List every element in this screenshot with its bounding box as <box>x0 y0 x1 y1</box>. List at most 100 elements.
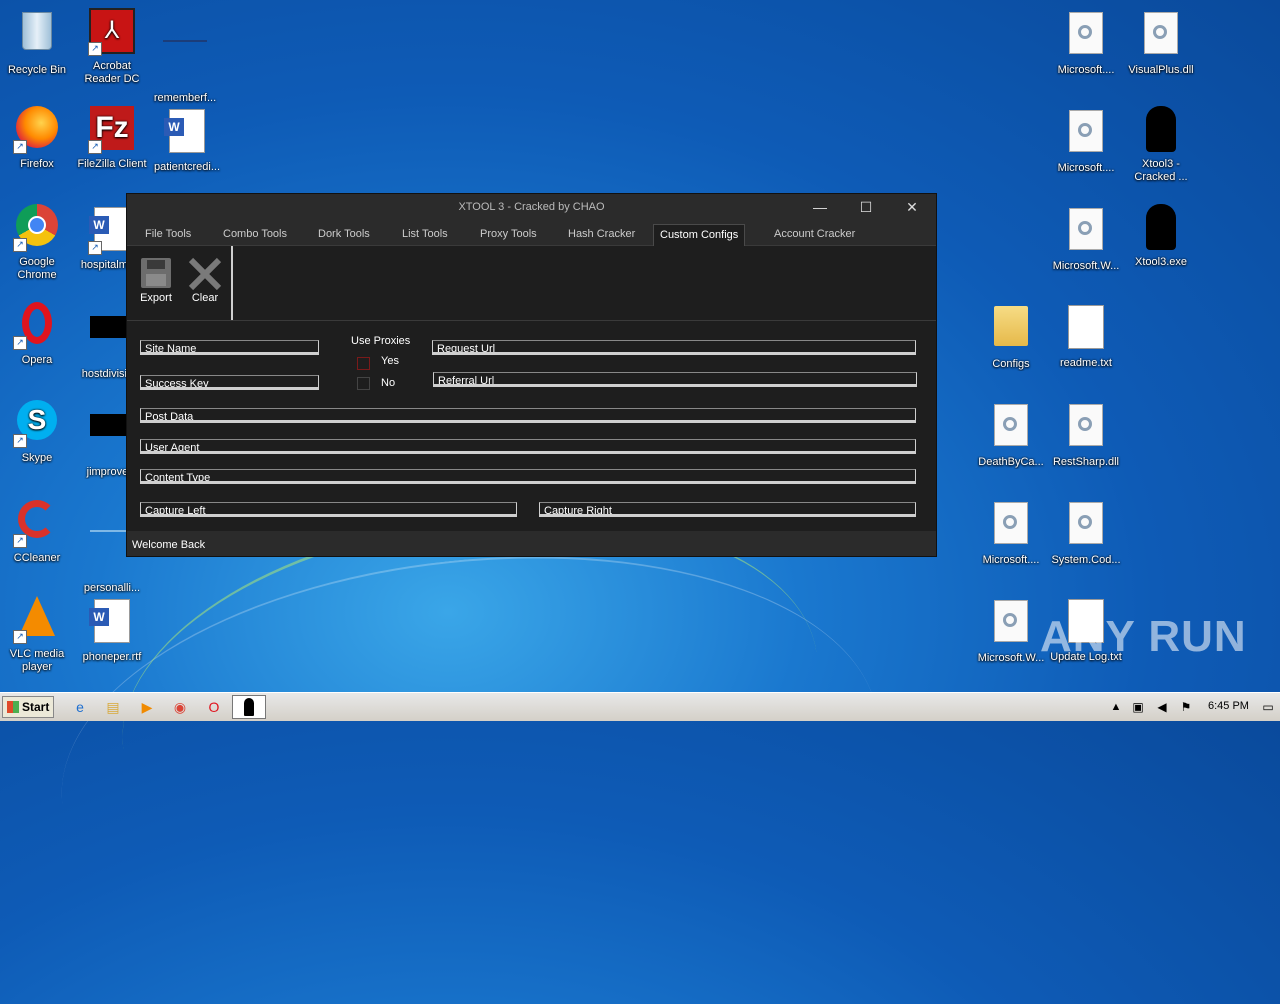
desktop-icon-microsoft-2[interactable]: Microsoft.... <box>1049 106 1123 175</box>
desktop-icon-firefox[interactable]: ↗ Firefox <box>0 106 74 171</box>
network-icon[interactable]: ▣ <box>1128 697 1148 717</box>
tab-account-cracker[interactable]: Account Cracker <box>768 224 861 245</box>
maximize-button[interactable]: ☐ <box>843 194 889 221</box>
desktop-icon-xtool3-exe[interactable]: Xtool3.exe <box>1124 204 1198 269</box>
folder-icon <box>987 306 1035 354</box>
clock[interactable]: 6:45 PM <box>1208 700 1249 712</box>
dll-icon <box>987 502 1035 550</box>
desktop-icon-visualplus[interactable]: VisualPlus.dll <box>1124 8 1198 77</box>
desktop-icon-microsoft-1[interactable]: Microsoft.... <box>1049 8 1123 77</box>
desktop-icon-patientcredi[interactable]: W patientcredi... <box>150 106 224 174</box>
tray-expand-icon[interactable]: ▲ <box>1106 697 1126 717</box>
desktop-icon-system-cod[interactable]: System.Cod... <box>1049 498 1123 567</box>
user-agent-input[interactable]: User Agent <box>140 439 916 454</box>
desktop-icon-chrome[interactable]: ↗ Google Chrome <box>0 204 74 282</box>
opera-icon[interactable]: O <box>204 697 224 717</box>
desktop-icon-filezilla[interactable]: Fz ↗ FileZilla Client <box>75 106 149 171</box>
desktop-icon-configs[interactable]: Configs <box>974 302 1048 371</box>
capture-left-input[interactable]: Capture Left <box>140 502 517 517</box>
explorer-icon[interactable]: ▤ <box>103 697 123 717</box>
file-icon <box>161 40 209 88</box>
desktop-icon-acrobat[interactable]: ⅄ ↗ Acrobat Reader DC <box>75 8 149 86</box>
use-proxies-label: Use Proxies <box>351 335 411 347</box>
reaper-icon <box>1137 204 1185 252</box>
desktop-icon-vlc[interactable]: ↗ VLC media player <box>0 596 74 674</box>
xtool-window: XTOOL 3 - Cracked by CHAO — ☐ ✕ File Too… <box>126 193 937 557</box>
recycle-bin-icon <box>13 12 61 60</box>
ccleaner-icon: ↗ <box>13 500 61 548</box>
tab-dork-tools[interactable]: Dork Tools <box>312 224 376 245</box>
site-name-input[interactable]: Site Name <box>140 340 319 355</box>
taskbar: Start e ▤ ▶ ◉ O ▲ ▣ ◀ ⚑ 6:45 PM ▭ <box>0 692 1280 721</box>
dll-icon <box>1062 404 1110 452</box>
dll-icon <box>1062 502 1110 550</box>
desktop-icon-restsharp[interactable]: RestSharp.dll <box>1049 400 1123 469</box>
tab-list-tools[interactable]: List Tools <box>396 224 454 245</box>
proxy-no-label: No <box>381 377 396 389</box>
show-desktop-icon[interactable]: ▭ <box>1258 697 1278 717</box>
firefox-icon: ↗ <box>13 106 61 154</box>
desktop-icon-readme[interactable]: readme.txt <box>1049 302 1123 370</box>
desktop-icon-xtool3-cracked[interactable]: Xtool3 - Cracked ... <box>1124 106 1198 184</box>
watermark: ANY RUN <box>1040 612 1247 661</box>
skype-icon: S ↗ <box>13 400 61 448</box>
chrome-icon: ↗ <box>13 204 61 252</box>
dll-icon <box>1062 12 1110 60</box>
post-data-input[interactable]: Post Data <box>140 408 916 423</box>
save-icon <box>136 256 176 292</box>
close-button[interactable]: ✕ <box>889 194 935 221</box>
desktop-icon-skype[interactable]: S ↗ Skype <box>0 400 74 465</box>
proxy-yes-checkbox[interactable] <box>357 357 370 370</box>
content-type-input[interactable]: Content Type <box>140 469 916 484</box>
request-url-input[interactable]: Request Url <box>432 340 916 355</box>
windows-logo-icon <box>7 701 19 713</box>
toolbar: Export Clear <box>127 246 936 321</box>
clear-button[interactable]: Clear <box>185 256 225 304</box>
word-doc-icon: W <box>163 109 211 157</box>
minimize-button[interactable]: — <box>797 194 843 221</box>
proxy-no-checkbox[interactable] <box>357 377 370 390</box>
media-player-icon[interactable]: ▶ <box>137 697 157 717</box>
tab-proxy-tools[interactable]: Proxy Tools <box>474 224 543 245</box>
export-button[interactable]: Export <box>136 256 176 304</box>
desktop-icon-opera[interactable]: ↗ Opera <box>0 302 74 367</box>
filezilla-icon: Fz ↗ <box>88 106 136 154</box>
desktop-icon-microsoft-w-1[interactable]: Microsoft.W... <box>1049 204 1123 273</box>
chrome-icon[interactable]: ◉ <box>170 697 190 717</box>
start-button[interactable]: Start <box>2 696 54 718</box>
dll-icon <box>987 600 1035 648</box>
desktop-icon-microsoft-3[interactable]: Microsoft.... <box>974 498 1048 567</box>
desktop-icon-deathbyca[interactable]: DeathByCa... <box>974 400 1048 469</box>
acrobat-icon: ⅄ ↗ <box>88 8 136 56</box>
capture-right-input[interactable]: Capture Right <box>539 502 916 517</box>
proxy-yes-label: Yes <box>381 355 399 367</box>
tab-combo-tools[interactable]: Combo Tools <box>217 224 293 245</box>
ie-icon[interactable]: e <box>70 697 90 717</box>
custom-config-form: Site Name Success Key Use Proxies Yes No… <box>127 321 936 531</box>
status-bar: Welcome Back <box>127 534 936 556</box>
dll-icon <box>1137 12 1185 60</box>
flag-icon[interactable]: ⚑ <box>1176 697 1196 717</box>
desktop-icon-phoneper[interactable]: W phoneper.rtf <box>75 596 149 664</box>
tab-custom-configs[interactable]: Custom Configs <box>653 224 746 246</box>
vlc-icon: ↗ <box>13 596 61 644</box>
referral-url-input[interactable]: Referral Url <box>433 372 917 387</box>
desktop-icon-microsoft-w-2[interactable]: Microsoft.W... <box>974 596 1048 665</box>
xtool-taskbar-button[interactable] <box>232 695 266 719</box>
title-bar[interactable]: XTOOL 3 - Cracked by CHAO — ☐ ✕ <box>127 194 936 221</box>
tab-strip: File Tools Combo Tools Dork Tools List T… <box>127 221 936 246</box>
xtool-icon <box>244 698 254 716</box>
text-file-icon <box>1062 305 1110 353</box>
desktop-icon-ccleaner[interactable]: ↗ CCleaner <box>0 498 74 565</box>
desktop-icon-recycle-bin[interactable]: Recycle Bin <box>0 8 74 77</box>
tab-hash-cracker[interactable]: Hash Cracker <box>562 224 641 245</box>
close-x-icon <box>185 256 225 292</box>
success-key-input[interactable]: Success Key <box>140 375 319 390</box>
volume-icon[interactable]: ◀ <box>1152 697 1172 717</box>
dll-icon <box>1062 208 1110 256</box>
opera-icon: ↗ <box>13 302 61 350</box>
desktop-icon-rememberf[interactable]: rememberf... <box>148 8 222 105</box>
reaper-icon <box>1137 106 1185 154</box>
toolbar-separator <box>231 246 233 320</box>
tab-file-tools[interactable]: File Tools <box>139 224 197 245</box>
